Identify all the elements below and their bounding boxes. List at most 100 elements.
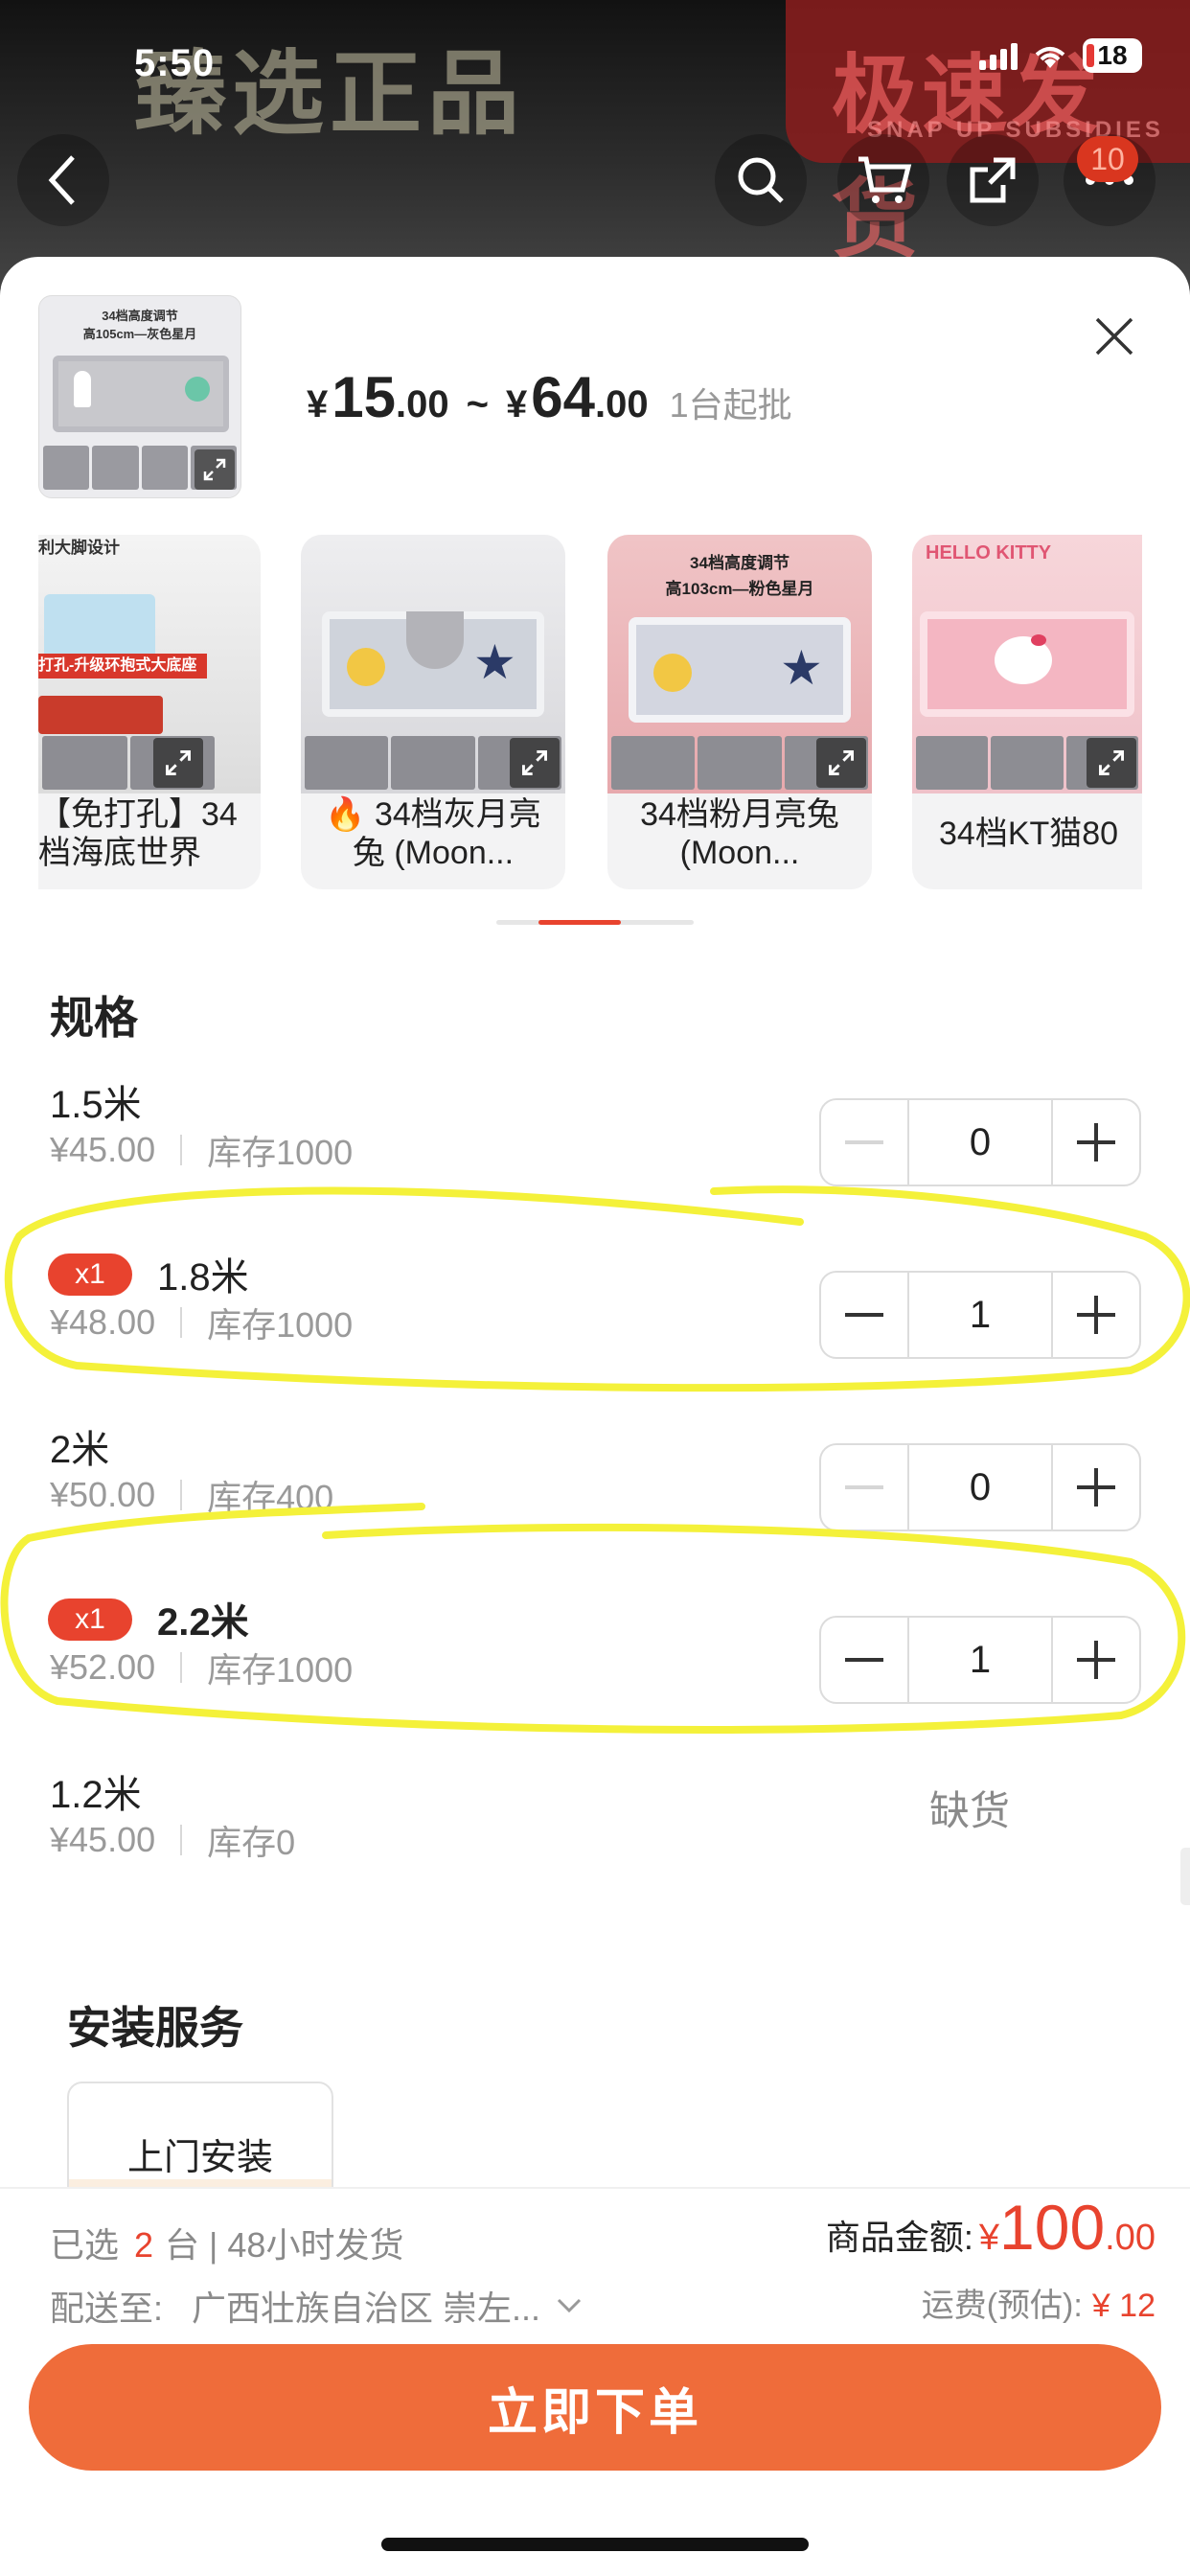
close-icon — [1095, 317, 1133, 356]
star-icon: ★ — [780, 641, 823, 695]
variant-card-grey-moon[interactable]: ★ 🔥 34档灰月亮 兔 (Moon... — [301, 535, 565, 889]
selection-summary: 已选 2 台 | 48小时发货 — [50, 2218, 403, 2267]
variant-label: 34档粉月亮兔 (Moon... — [607, 795, 872, 872]
spec-name: 1.2米 — [50, 1774, 142, 1816]
variant-label-line1: 34档KT猫80 — [939, 816, 1119, 852]
divider — [180, 1825, 183, 1855]
variant-card-kitty[interactable]: HELLO KITTY 34档KT猫80 — [912, 535, 1142, 889]
decrement-button[interactable] — [821, 1618, 907, 1702]
spec-stock: 库存0 — [207, 1823, 296, 1862]
spec-meta: ¥45.00 库存1000 — [50, 1125, 353, 1175]
background-banner-text: 臻选正品 — [134, 40, 525, 148]
spec-meta: ¥45.00 库存0 — [50, 1815, 295, 1865]
plus-icon — [1077, 1296, 1115, 1334]
divider — [180, 1480, 183, 1510]
selected-count-badge: x1 — [48, 1254, 132, 1296]
decrement-button[interactable] — [821, 1445, 907, 1530]
out-of-stock-label: 缺货 — [929, 1788, 1011, 1833]
spec-price: ¥52.00 — [50, 1647, 156, 1687]
price-max-currency: ¥ — [505, 383, 528, 426]
total-integer: 100 — [999, 2192, 1106, 2263]
variant-label-line2: 兔 (Moon... — [352, 835, 515, 871]
quantity-stepper: 0 — [819, 1098, 1141, 1186]
scroll-indicator — [1180, 1848, 1190, 1905]
increment-button[interactable] — [1053, 1100, 1139, 1184]
increment-button[interactable] — [1053, 1445, 1139, 1530]
kitty-bow — [1031, 634, 1046, 646]
shipping-address[interactable]: 配送至: 广西壮族自治区 崇左... — [50, 2281, 583, 2331]
total-currency: ¥ — [978, 2218, 1000, 2258]
decrement-button[interactable] — [821, 1100, 907, 1184]
spec-meta: ¥48.00 库存1000 — [50, 1298, 353, 1347]
minus-icon — [845, 1313, 883, 1317]
service-section-title: 安装服务 — [67, 2003, 243, 2053]
spec-section-title: 规格 — [50, 993, 138, 1043]
expand-icon[interactable] — [1087, 738, 1136, 788]
share-icon — [970, 157, 1016, 203]
divider — [180, 1135, 183, 1165]
divider — [180, 1307, 183, 1338]
variant-image-headline: 利大脚设计 — [38, 539, 120, 557]
price-min-decimal: .00 — [396, 383, 449, 426]
expand-icon[interactable] — [510, 738, 560, 788]
decrement-button[interactable] — [821, 1273, 907, 1357]
spec-row: 2米 ¥50.00 库存400 0 — [0, 1418, 1190, 1581]
battery-icon: 18 — [1083, 38, 1142, 73]
product-thumbnail[interactable]: 34档高度调节 高105cm—灰色星月 — [38, 295, 241, 498]
variant-card-sea-world[interactable]: 利大脚设计 打孔-升级环抱式大底座 【免打孔】34 档海底世界 — [38, 535, 261, 889]
spec-stock: 库存1000 — [207, 1305, 354, 1345]
freight-label: 运费(预估): — [921, 2288, 1083, 2324]
spec-meta: ¥52.00 库存1000 — [50, 1643, 353, 1692]
back-button[interactable] — [17, 134, 109, 226]
bunny-graphic — [406, 611, 464, 669]
spec-stock: 库存400 — [207, 1478, 334, 1517]
quantity-stepper: 1 — [819, 1271, 1141, 1359]
status-time: 5:50 — [134, 42, 216, 84]
expand-icon[interactable] — [816, 738, 866, 788]
variant-label-line1: 🔥 34档灰月亮 — [325, 796, 541, 833]
spec-name: 2.2米 — [157, 1601, 249, 1644]
variant-gallery[interactable]: 利大脚设计 打孔-升级环抱式大底座 【免打孔】34 档海底世界 ★ 🔥 34档灰… — [0, 535, 1190, 889]
minus-icon — [845, 1485, 883, 1489]
moon-icon — [347, 648, 385, 686]
price-max-decimal: .00 — [594, 383, 649, 426]
variant-card-pink-moon[interactable]: 34档高度调节 高103cm—粉色星月 ★ 34档粉月亮兔 (Moon... — [607, 535, 872, 889]
expand-icon[interactable] — [195, 449, 235, 490]
wifi-icon — [1035, 47, 1065, 68]
cart-icon — [858, 156, 912, 203]
variant-image-headline: 34档高度调节 高103cm—粉色星月 — [607, 550, 872, 602]
home-indicator — [381, 2538, 809, 2551]
search-button[interactable] — [715, 134, 807, 226]
expand-icon[interactable] — [153, 738, 203, 788]
variant-label-line2: (Moon... — [679, 835, 800, 871]
quantity-value[interactable]: 0 — [907, 1100, 1053, 1184]
quantity-value[interactable]: 0 — [907, 1445, 1053, 1530]
spec-stock: 库存1000 — [207, 1650, 354, 1690]
quantity-value[interactable]: 1 — [907, 1618, 1053, 1702]
variant-image-badge: 打孔-升级环抱式大底座 — [38, 654, 207, 678]
spec-name: 2米 — [50, 1429, 110, 1471]
quantity-value[interactable]: 1 — [907, 1273, 1053, 1357]
plus-icon — [1077, 1468, 1115, 1506]
pink-panel: ★ — [629, 617, 851, 723]
service-label: 上门安装 — [126, 2138, 273, 2178]
increment-button[interactable] — [1053, 1618, 1139, 1702]
kitty-panel — [920, 611, 1134, 717]
close-button[interactable] — [1083, 305, 1146, 368]
red-base-image — [38, 696, 163, 734]
battery-level: 18 — [1097, 40, 1128, 70]
cart-button[interactable] — [837, 134, 929, 226]
minus-icon — [845, 1140, 883, 1144]
selected-count-badge: x1 — [48, 1598, 132, 1641]
variant-label: 【免打孔】34 档海底世界 — [38, 795, 261, 872]
divider — [180, 1652, 183, 1683]
place-order-button[interactable]: 立即下单 — [29, 2344, 1161, 2471]
variant-image-headline: HELLO KITTY — [926, 542, 1052, 564]
checkout-bar: 已选 2 台 | 48小时发货 配送至: 广西壮族自治区 崇左... 商品金额:… — [0, 2187, 1190, 2576]
quantity-stepper: 1 — [819, 1616, 1141, 1704]
share-button[interactable] — [947, 134, 1039, 226]
variant-label-line1: 【免打孔】34 — [38, 796, 238, 833]
gallery-scroll-indicator — [496, 920, 694, 925]
minimum-order-note: 1台起批 — [669, 385, 792, 425]
increment-button[interactable] — [1053, 1273, 1139, 1357]
